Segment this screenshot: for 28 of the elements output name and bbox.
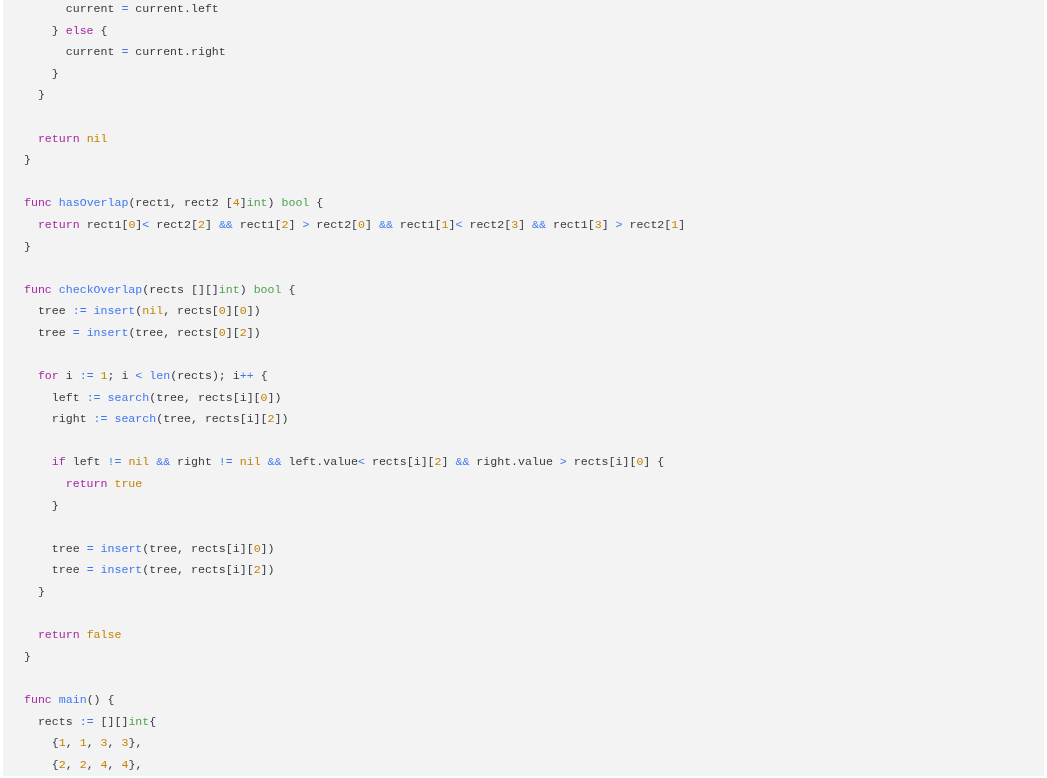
code-line: rects := [][]int{	[36, 713, 157, 730]
code-line: current = current.left	[64, 1, 219, 17]
code-line: tree = insert(tree, rects[0][2])	[36, 324, 261, 341]
code-line: current = current.right	[64, 44, 226, 61]
code-line: return rect1[0]< rect2[2] && rect1[2] > rect2[0] && rect1[1]< rect2[3] && rect1[3] > rect2[1]	[36, 216, 686, 233]
code-line: return true	[64, 476, 143, 493]
code-line: return false	[36, 627, 122, 644]
code-line: func main() {	[24, 692, 115, 708]
code-line: tree = insert(tree, rects[i][0])	[50, 540, 275, 557]
code-line: return nil	[36, 130, 108, 147]
code-line: func hasOverlap(rect1, rect2 [4]int) bool {	[24, 195, 324, 212]
code-line: left := search(tree, rects[i][0])	[50, 389, 282, 406]
code-line: {2, 2, 4, 4},	[50, 756, 143, 773]
code-line: } else {	[50, 22, 108, 39]
code-line: }	[36, 584, 45, 601]
code-line: }	[24, 648, 31, 665]
code-line: {1, 1, 3, 3},	[50, 735, 143, 752]
code-line: right := search(tree, rects[i][2])	[50, 411, 289, 428]
code-line: }	[50, 497, 59, 514]
code-line: for i := 1; i < len(rects); i++ {	[36, 368, 268, 385]
code-line: if left != nil && right != nil && left.value< rects[i][2] && right.value > rects[i][0] {	[50, 454, 665, 471]
code-line: }	[50, 65, 59, 82]
code-line: }	[24, 238, 31, 255]
code-line: }	[36, 87, 45, 104]
code-line: tree := insert(nil, rects[0][0])	[36, 303, 261, 320]
code-line: tree = insert(tree, rects[i][2])	[50, 562, 275, 579]
code-line: func checkOverlap(rects [][]int) bool {	[24, 281, 296, 298]
code-line: }	[24, 152, 31, 169]
